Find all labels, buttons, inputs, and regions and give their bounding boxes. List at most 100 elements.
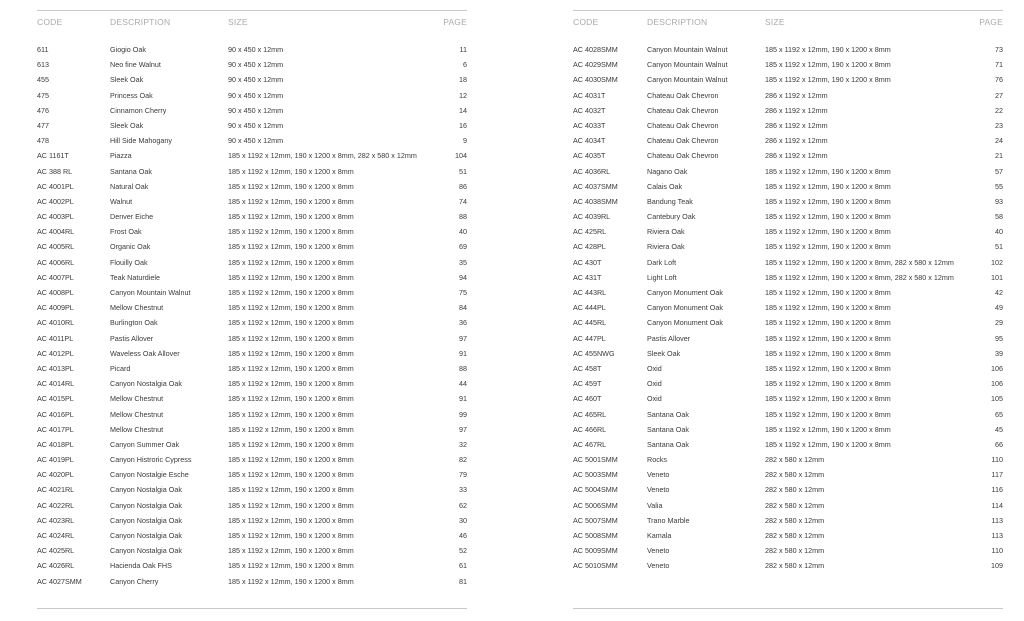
cell-code: AC 4025RL	[37, 546, 75, 556]
cell-code: 455	[37, 75, 49, 85]
cell-size: 282 x 580 x 12mm	[765, 561, 825, 571]
header-description: DESCRIPTION	[110, 17, 171, 27]
header-size: SIZE	[765, 17, 785, 27]
cell-code: AC 1161T	[37, 151, 69, 161]
cell-page: 14	[459, 105, 467, 115]
cell-description: Mellow Chestnut	[110, 424, 164, 434]
cell-page: 76	[995, 75, 1003, 85]
cell-description: Mellow Chestnut	[110, 409, 164, 419]
cell-page: 23	[995, 120, 1003, 130]
cell-description: Natural Oak	[110, 181, 149, 191]
cell-page: 39	[995, 348, 1003, 358]
cell-page: 81	[459, 576, 467, 586]
table-row: AC 4002PL Walnut 185 x 1192 x 12mm, 190 x …	[37, 194, 467, 209]
cell-size: 282 x 580 x 12mm	[765, 485, 825, 495]
cell-size: 185 x 1192 x 12mm, 190 x 1200 x 8mm	[228, 455, 354, 465]
cell-size: 185 x 1192 x 12mm, 190 x 1200 x 8mm	[765, 439, 891, 449]
cell-description: Rocks	[647, 455, 667, 465]
cell-page: 79	[459, 470, 467, 480]
table-row: AC 4016PL Mellow Chestnut 185 x 1192 x 12m…	[37, 407, 467, 422]
cell-description: Organic Oak	[110, 242, 151, 252]
cell-page: 32	[459, 439, 467, 449]
cell-page: 45	[995, 424, 1003, 434]
table-row: 476 Cinnamon Cherry 90 x 450 x 12mm 14	[37, 103, 467, 118]
cell-code: AC 4029SMM	[573, 60, 618, 70]
table-row: 613 Neo fine Walnut 90 x 450 x 12mm 6	[37, 57, 467, 72]
cell-page: 91	[459, 348, 467, 358]
cell-size: 90 x 450 x 12mm	[228, 90, 284, 100]
cell-description: Cinnamon Cherry	[110, 105, 167, 115]
cell-code: AC 5003SMM	[573, 470, 618, 480]
table-row: AC 4004RL Frost Oak 185 x 1192 x 12mm, 190…	[37, 224, 467, 239]
cell-page: 99	[459, 409, 467, 419]
cell-description: Pastis Allover	[647, 333, 691, 343]
cell-code: AC 5006SMM	[573, 500, 618, 510]
cell-description: Sleek Oak	[110, 120, 144, 130]
cell-code: AC 4035T	[573, 151, 606, 161]
cell-description: Canyon Monument Oak	[647, 303, 723, 313]
header-page: PAGE	[443, 17, 467, 27]
table-row: AC 460T Oxid 185 x 1192 x 12mm, 190 x 1200…	[573, 391, 1003, 406]
cell-size: 90 x 450 x 12mm	[228, 45, 284, 54]
cell-page: 105	[991, 394, 1003, 404]
cell-page: 88	[459, 212, 467, 222]
table-row: AC 5004SMM Veneto 282 x 580 x 12mm 116	[573, 482, 1003, 497]
cell-code: 611	[37, 45, 49, 54]
cell-description: Canyon Monument Oak	[647, 288, 723, 297]
cell-page: 42	[995, 288, 1003, 297]
cell-page: 33	[459, 485, 467, 495]
cell-page: 65	[995, 409, 1003, 419]
cell-code: 476	[37, 105, 49, 115]
table-row: AC 4023RL Canyon Nostalgia Oak 185 x 1192 …	[37, 513, 467, 528]
cell-code: AC 4026RL	[37, 561, 75, 571]
cell-page: 69	[459, 242, 467, 252]
cell-description: Veneto	[647, 546, 670, 556]
cell-code: AC 459T	[573, 379, 602, 389]
cell-description: Flouilly Oak	[110, 257, 148, 267]
cell-description: Valia	[647, 500, 663, 510]
cell-size: 185 x 1192 x 12mm, 190 x 1200 x 8mm	[228, 485, 354, 495]
cell-size: 185 x 1192 x 12mm, 190 x 1200 x 8mm	[765, 348, 891, 358]
cell-size: 90 x 450 x 12mm	[228, 75, 284, 85]
table-row: AC 4038SMM Bandung Teak 185 x 1192 x 12mm,…	[573, 194, 1003, 209]
cell-size: 185 x 1192 x 12mm, 190 x 1200 x 8mm	[765, 166, 891, 176]
cell-page: 113	[991, 515, 1003, 525]
cell-page: 106	[991, 363, 1003, 373]
cell-description: Canyon Nostalgie Esche	[110, 470, 189, 480]
cell-size: 286 x 1192 x 12mm	[765, 120, 828, 130]
cell-description: Riviera Oak	[647, 242, 685, 252]
cell-page: 44	[459, 379, 467, 389]
cell-size: 185 x 1192 x 12mm, 190 x 1200 x 8mm	[765, 318, 891, 328]
cell-size: 185 x 1192 x 12mm, 190 x 1200 x 8mm	[765, 181, 891, 191]
table-row: AC 4024RL Canyon Nostalgia Oak 185 x 1192 …	[37, 528, 467, 543]
header-code: CODE	[37, 17, 63, 27]
cell-description: Canyon Nostalgia Oak	[110, 379, 182, 389]
cell-code: AC 4001PL	[37, 181, 74, 191]
cell-code: AC 4017PL	[37, 424, 74, 434]
cell-page: 57	[995, 166, 1003, 176]
cell-size: 185 x 1192 x 12mm, 190 x 1200 x 8mm	[228, 348, 354, 358]
cell-code: AC 443RL	[573, 288, 607, 297]
cell-page: 40	[995, 227, 1003, 237]
cell-page: 61	[459, 561, 467, 571]
cell-code: AC 4008PL	[37, 288, 74, 297]
cell-description: Canyon Nostalgia Oak	[110, 515, 182, 525]
table-row: AC 4031T Chateau Oak Chevron 286 x 1192 x …	[573, 88, 1003, 103]
cell-description: Chateau Oak Chevron	[647, 136, 719, 146]
cell-code: AC 5010SMM	[573, 561, 618, 571]
table-row: AC 4006RL Flouilly Oak 185 x 1192 x 12mm, …	[37, 255, 467, 270]
cell-page: 51	[995, 242, 1003, 252]
cell-code: AC 4032T	[573, 105, 606, 115]
cell-page: 88	[459, 363, 467, 373]
table-row: AC 444PL Canyon Monument Oak 185 x 1192 x …	[573, 300, 1003, 315]
cell-page: 102	[991, 257, 1003, 267]
table-row: AC 4039RL Cantebury Oak 185 x 1192 x 12mm,…	[573, 209, 1003, 224]
cell-page: 113	[991, 531, 1003, 540]
cell-code: AC 4007PL	[37, 272, 74, 282]
cell-code: AC 4034T	[573, 136, 606, 146]
header-size: SIZE	[228, 17, 248, 27]
cell-code: AC 4018PL	[37, 439, 74, 449]
cell-description: Mellow Chestnut	[110, 303, 164, 313]
cell-description: Pastis Allover	[110, 333, 154, 343]
cell-size: 185 x 1192 x 12mm, 190 x 1200 x 8mm	[228, 166, 354, 176]
